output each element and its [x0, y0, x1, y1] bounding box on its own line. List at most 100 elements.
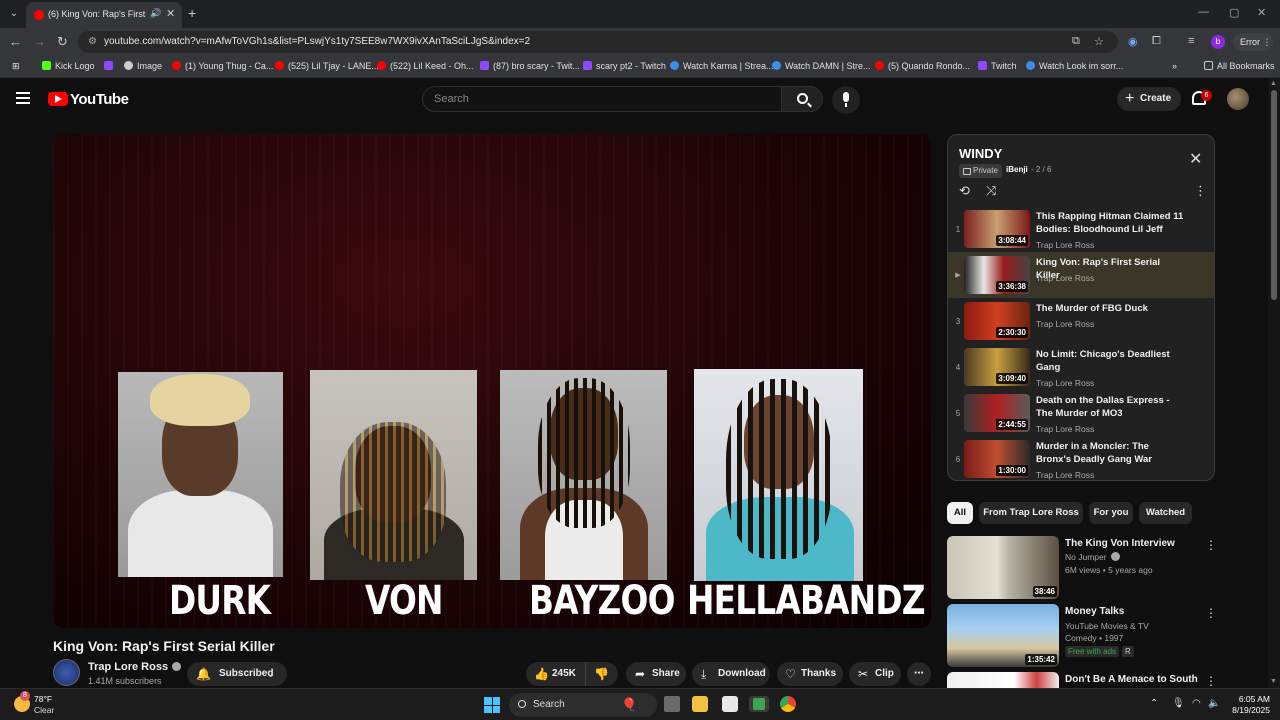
- tab-close-icon[interactable]: ✕: [166, 7, 175, 20]
- clock-time[interactable]: 6:05 AM: [1224, 694, 1270, 704]
- playlist-item[interactable]: 1 3:08:44 This Rapping Hitman Claimed 11…: [948, 206, 1214, 252]
- clock-date[interactable]: 8/19/2025: [1224, 705, 1270, 715]
- bookmark-item[interactable]: Twitch: [978, 61, 1017, 71]
- voice-search-button[interactable]: [832, 86, 860, 114]
- channel-avatar[interactable]: [53, 659, 80, 686]
- tray-overflow-chevron-icon[interactable]: ⌃: [1150, 698, 1158, 709]
- forward-arrow-icon[interactable]: →: [33, 34, 46, 49]
- download-button[interactable]: ⤓ Download: [692, 662, 770, 686]
- profile-avatar[interactable]: b: [1211, 35, 1225, 49]
- new-tab-plus-icon[interactable]: +: [188, 5, 196, 21]
- like-button[interactable]: 👍 245K: [526, 662, 586, 686]
- install-app-icon[interactable]: ⧉: [1072, 35, 1080, 48]
- bookmark-item[interactable]: [104, 61, 117, 71]
- subscribed-button[interactable]: 🔔 Subscribed ⌄: [187, 662, 287, 686]
- playlist-item-current[interactable]: ▶ 3:36:38 King Von: Rap's First Serial K…: [948, 252, 1214, 298]
- clip-button[interactable]: ✂ Clip: [849, 662, 901, 686]
- recommended-video[interactable]: 1:35:42 Money Talks YouTube Movies & TV …: [947, 604, 1267, 668]
- address-bar[interactable]: ⚙ youtube.com/watch?v=mAfwToVGh1s&list=P…: [78, 31, 1118, 53]
- error-button[interactable]: Error ⋮: [1233, 33, 1273, 51]
- bookmark-item[interactable]: Watch Karma | Strea...: [670, 61, 774, 71]
- bookmark-item[interactable]: Watch DAMN | Stre...: [772, 61, 871, 71]
- notepad-icon[interactable]: [722, 696, 738, 712]
- bookmark-item[interactable]: (1) Young Thug - Ca...: [172, 61, 273, 71]
- shuffle-icon[interactable]: ⤨: [986, 183, 996, 199]
- chip-all[interactable]: All: [947, 502, 973, 524]
- wifi-icon[interactable]: ◠: [1192, 698, 1201, 709]
- maximize-icon[interactable]: ▢: [1229, 6, 1239, 19]
- menu-hamburger-icon[interactable]: [16, 92, 30, 104]
- search-input[interactable]: Search: [422, 86, 782, 112]
- taskbar-search[interactable]: Search 🎈: [509, 693, 657, 717]
- scroll-down-icon[interactable]: ▼: [1270, 678, 1277, 685]
- bookmark-item[interactable]: Kick Logo: [42, 61, 95, 71]
- bookmark-item[interactable]: scary pt2 - Twitch: [583, 61, 666, 71]
- task-view-icon[interactable]: [664, 696, 680, 712]
- playlist-owner[interactable]: iBenji: [1006, 165, 1028, 174]
- tab-search-chevron-icon[interactable]: ⌄: [6, 6, 22, 22]
- scrollbar-thumb[interactable]: [1271, 90, 1277, 300]
- more-actions-button[interactable]: ⋯: [907, 662, 931, 686]
- bookmarks-overflow-icon[interactable]: »: [1172, 61, 1177, 71]
- share-button[interactable]: ➦ Share: [626, 662, 686, 686]
- bookmark-item[interactable]: (87) bro scary - Twit...: [480, 61, 580, 71]
- recommended-more-icon[interactable]: ⋮: [1205, 674, 1217, 688]
- youtube-logo-icon[interactable]: [48, 92, 68, 106]
- thanks-button[interactable]: ♡ Thanks: [777, 662, 843, 686]
- playlist-item[interactable]: 6 1:30:00 Murder in a Moncler: The Bronx…: [948, 436, 1214, 480]
- youtube-favicon-icon: [875, 61, 884, 70]
- browser-tab-active[interactable]: (6) King Von: Rap's First Se 🔊 ✕: [26, 2, 182, 28]
- chip-for-you[interactable]: For you: [1089, 502, 1133, 524]
- recommended-video[interactable]: 38:46 The King Von Interview No Jumper 6…: [947, 536, 1267, 600]
- channel-name-link[interactable]: Trap Lore Ross: [88, 661, 182, 673]
- youtube-logo-text[interactable]: YouTube: [70, 91, 129, 108]
- extension-audio-icon[interactable]: ◉: [1128, 35, 1138, 48]
- back-arrow-icon[interactable]: ←: [9, 34, 22, 49]
- account-avatar[interactable]: [1227, 88, 1249, 110]
- chrome-icon[interactable]: [780, 696, 796, 712]
- bookmark-star-icon[interactable]: ☆: [1094, 35, 1104, 48]
- loop-icon[interactable]: ⟲: [959, 183, 970, 199]
- playlist-close-icon[interactable]: ✕: [1189, 149, 1202, 169]
- recommended-video[interactable]: Don't Be A Menace to South ⋮: [947, 672, 1267, 688]
- create-button[interactable]: + Create: [1117, 87, 1181, 111]
- recommended-more-icon[interactable]: ⋮: [1205, 538, 1217, 552]
- apps-grid-icon[interactable]: ⊞: [12, 61, 20, 72]
- chip-watched[interactable]: Watched: [1139, 502, 1192, 524]
- playlist-title[interactable]: WINDY: [959, 146, 1002, 161]
- site-info-icon[interactable]: ⚙: [88, 36, 97, 47]
- scroll-up-icon[interactable]: ▲: [1270, 80, 1277, 87]
- video-player[interactable]: DURK VON BAYZOO HELLABANDZ: [53, 134, 931, 628]
- bookmark-item[interactable]: (522) Lil Keed - Oh...: [377, 61, 474, 71]
- playlist-thumbnail: 1:30:00: [964, 440, 1030, 478]
- file-explorer-icon[interactable]: [692, 696, 708, 712]
- page-scrollbar[interactable]: ▲ ▼: [1268, 78, 1280, 688]
- playlist-item[interactable]: 5 2:44:55 Death on the Dallas Express - …: [948, 390, 1214, 436]
- weather-temperature[interactable]: 78°F: [34, 694, 52, 704]
- bookmark-item[interactable]: Image: [124, 61, 162, 71]
- bookmark-item[interactable]: (525) Lil Tjay - LANE...: [275, 61, 379, 71]
- recommended-more-icon[interactable]: ⋮: [1205, 606, 1217, 620]
- chip-from-channel[interactable]: From Trap Lore Ross: [979, 502, 1083, 524]
- dislike-button[interactable]: 👎: [586, 662, 618, 686]
- window-close-icon[interactable]: ✕: [1257, 6, 1266, 19]
- tab-audio-icon[interactable]: 🔊: [150, 8, 161, 19]
- reload-icon[interactable]: ↻: [57, 34, 68, 50]
- playlist-item[interactable]: 4 3:09:40 No Limit: Chicago's Deadliest …: [948, 344, 1214, 390]
- search-button[interactable]: [781, 86, 823, 112]
- bookmark-item[interactable]: Watch Look im sorr...: [1026, 61, 1123, 71]
- playlist-thumbnail: 2:44:55: [964, 394, 1030, 432]
- windows-start-icon[interactable]: [484, 697, 500, 713]
- reading-list-icon[interactable]: ≡: [1188, 35, 1194, 47]
- extensions-puzzle-icon[interactable]: ⧠: [1152, 35, 1161, 48]
- minimize-icon[interactable]: —: [1198, 6, 1209, 18]
- bookmark-item[interactable]: (5) Quando Rondo...: [875, 61, 970, 71]
- tray-mic-icon[interactable]: 🎙: [1172, 698, 1185, 709]
- mugshot-von: [310, 370, 477, 580]
- playlist-more-icon[interactable]: ⋮: [1194, 183, 1207, 199]
- active-app-icon[interactable]: [749, 696, 769, 712]
- recommended-badges: Free with ads R: [1065, 646, 1134, 657]
- volume-icon[interactable]: 🔈: [1208, 698, 1220, 709]
- all-bookmarks-button[interactable]: All Bookmarks: [1204, 61, 1275, 71]
- playlist-item[interactable]: 3 2:30:30 The Murder of FBG Duck Trap Lo…: [948, 298, 1214, 344]
